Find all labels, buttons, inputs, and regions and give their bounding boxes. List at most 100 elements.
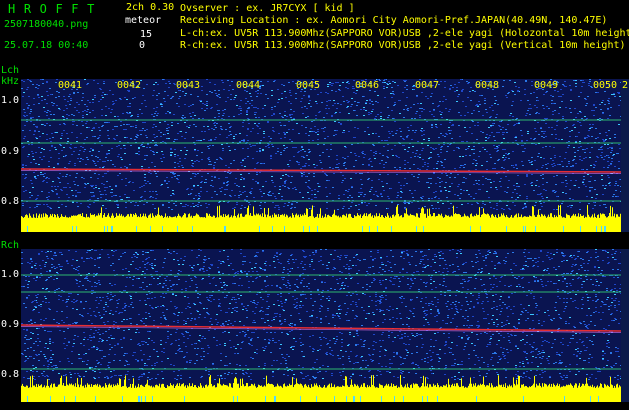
notch-mark <box>184 396 185 402</box>
notch-mark <box>525 226 526 232</box>
notch-mark <box>300 396 301 402</box>
app-title: HROFFT <box>8 2 103 16</box>
time-label-0043: 0043 <box>176 80 201 91</box>
notch-mark <box>523 396 524 402</box>
notch-mark <box>353 396 354 402</box>
notch-mark <box>346 396 347 402</box>
notch-mark <box>274 396 275 402</box>
observer-info: Ovserver : ex. JR7CYX [ kid ] <box>180 3 355 14</box>
time-label-0047: 0047 <box>415 80 440 91</box>
rch-spectrogram-canvas <box>21 249 621 402</box>
notch-mark <box>265 396 266 402</box>
notch-mark <box>64 396 65 402</box>
notch-mark <box>423 226 424 232</box>
notch-mark <box>27 396 28 402</box>
rch-label: Rch <box>1 240 20 251</box>
lch-label: Lch <box>1 65 20 76</box>
lch-tick-0-9: 0.9 <box>1 146 20 157</box>
notch-mark <box>141 396 142 402</box>
notch-mark <box>177 226 178 232</box>
notch-mark <box>138 396 139 402</box>
lch-edge-strip <box>621 79 629 232</box>
lch-info: L-ch:ex. UV5R 113.900Mhz(SAPPORO VOR)USB… <box>180 28 629 39</box>
location-info: Receiving Location : ex. Aomori City Aom… <box>180 15 608 26</box>
notch-mark <box>605 226 606 232</box>
notch-mark <box>416 226 417 232</box>
lch-spectrogram <box>21 79 621 232</box>
notch-mark <box>377 226 378 232</box>
notch-mark <box>381 396 382 402</box>
time-label-0046: 0046 <box>355 80 380 91</box>
lch-tick-0-8: 0.8 <box>1 196 20 207</box>
notch-mark <box>334 396 335 402</box>
notch-mark <box>150 226 151 232</box>
rch-spectrogram <box>21 249 621 402</box>
time-label-0049: 0049 <box>534 80 559 91</box>
hrofft-window: HROFFT 2ch 0.30 2507180040.png meteor 15… <box>0 0 629 410</box>
notch-mark <box>112 226 113 232</box>
notch-mark <box>360 396 361 402</box>
rch-edge-strip <box>621 249 629 402</box>
notch-mark <box>152 396 153 402</box>
notch-mark <box>27 226 28 232</box>
notch-mark <box>162 226 163 232</box>
notch-mark <box>303 226 304 232</box>
rch-tick-0-8: 0.8 <box>1 369 20 380</box>
notch-mark <box>237 396 238 402</box>
time-label-0044: 0044 <box>236 80 261 91</box>
notch-mark <box>316 396 317 402</box>
notch-mark <box>111 226 112 232</box>
notch-mark <box>145 396 146 402</box>
notch-mark <box>437 396 438 402</box>
time-label-0041: 0041 <box>58 80 83 91</box>
notch-mark <box>403 396 404 402</box>
notch-mark <box>192 226 193 232</box>
rch-tick-1-0: 1.0 <box>1 269 20 280</box>
rch-tick-0-9: 0.9 <box>1 319 20 330</box>
notch-mark <box>136 226 137 232</box>
notch-mark <box>224 226 225 232</box>
time-label-0042: 0042 <box>117 80 142 91</box>
notch-mark <box>317 226 318 232</box>
notch-mark <box>523 226 524 232</box>
notch-mark <box>394 396 395 402</box>
lch-unit-label: kHz <box>1 76 20 87</box>
lch-spectrogram-canvas <box>21 79 621 232</box>
notch-mark <box>272 226 273 232</box>
notch-mark <box>122 396 123 402</box>
time-label-0050: 0050 <box>593 80 618 91</box>
notch-mark <box>107 226 108 232</box>
notch-mark <box>104 226 105 232</box>
notch-mark <box>139 396 140 402</box>
notch-mark <box>275 396 276 402</box>
notch-mark <box>354 396 355 402</box>
notch-mark <box>259 226 260 232</box>
notch-mark <box>72 226 73 232</box>
notch-mark <box>362 226 363 232</box>
time-label-0045: 0045 <box>296 80 321 91</box>
meteor-count-lch: 15 <box>140 29 153 40</box>
meteor-count-label: meteor <box>125 15 162 26</box>
notch-mark <box>284 226 285 232</box>
notch-mark <box>391 226 392 232</box>
notch-mark <box>564 396 565 402</box>
notch-mark <box>470 226 471 232</box>
lch-tick-1-0: 1.0 <box>1 95 20 106</box>
notch-mark <box>535 226 536 232</box>
notch-mark <box>480 226 481 232</box>
notch-mark <box>422 396 423 402</box>
notch-mark <box>604 226 605 232</box>
notch-mark <box>563 226 564 232</box>
time-label-0048: 0048 <box>475 80 500 91</box>
notch-mark <box>427 396 428 402</box>
rch-info: R-ch:ex. UV5R 113.900Mhz(SAPPORO VOR)USB… <box>180 40 626 51</box>
notch-mark <box>580 226 581 232</box>
version-label: 2ch 0.30 <box>126 2 175 13</box>
notch-mark <box>75 396 76 402</box>
notch-mark <box>309 226 310 232</box>
notch-mark <box>369 226 370 232</box>
notch-mark <box>601 226 602 232</box>
edge-label: 2 <box>622 80 629 91</box>
meteor-count-rch: 0 <box>139 40 146 51</box>
notch-mark <box>233 396 234 402</box>
